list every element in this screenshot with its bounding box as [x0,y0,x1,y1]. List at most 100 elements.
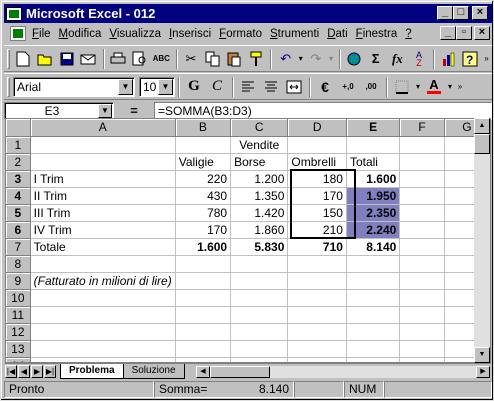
cell-f9[interactable] [399,272,445,290]
align-center-icon[interactable] [260,76,282,98]
horizontal-scrollbar[interactable]: ◀ ▶ [195,365,491,379]
cell-f5[interactable] [399,204,445,222]
cell-c5[interactable]: 1.420 [230,204,289,222]
cell-b7[interactable]: 1.600 [175,238,232,256]
hyperlink-icon[interactable] [344,48,365,70]
cell-c8[interactable] [230,255,289,273]
doc-minimize-button[interactable]: _ [440,26,456,40]
print-icon[interactable] [108,48,129,70]
cell-f2[interactable] [399,153,445,171]
cell-b10[interactable] [175,289,232,307]
scroll-left-icon[interactable]: ◀ [196,366,210,378]
cut-icon[interactable]: ✂ [181,48,202,70]
row-header-13[interactable]: 13 [6,340,31,358]
cell-f12[interactable] [399,323,445,341]
cell-f13[interactable] [399,340,445,358]
cell-c3[interactable]: 1.200 [230,170,289,188]
cell-f1[interactable] [399,136,445,154]
prev-sheet-icon[interactable]: ◀ [18,365,30,378]
cell-d1[interactable] [287,136,347,154]
open-icon[interactable] [35,48,56,70]
cell-d6[interactable]: 210 [287,221,347,239]
row-header-6[interactable]: 6 [6,221,31,239]
cell-a4[interactable]: II Trim [30,187,176,205]
paste-icon[interactable] [224,48,245,70]
last-sheet-icon[interactable]: ▶| [44,365,56,378]
cell-c13[interactable] [230,340,289,358]
row-header-1[interactable]: 1 [6,136,31,154]
doc-restore-button[interactable]: ▫ [456,26,472,40]
cell-f10[interactable] [399,289,445,307]
next-sheet-icon[interactable]: ▶ [31,365,43,378]
cell-a11[interactable] [30,306,176,324]
menu-dati[interactable]: Dati [327,28,347,40]
menu-finestra[interactable]: Finestra [356,28,398,40]
workbook-icon[interactable] [10,26,26,41]
cell-c4[interactable]: 1.350 [230,187,289,205]
sheet-tab-soluzione[interactable]: Soluzione [122,364,185,379]
office-assistant-icon[interactable]: ? [460,48,481,70]
menu-visualizza[interactable]: Visualizza [109,28,161,40]
chevron-down-icon[interactable]: ▼ [98,103,112,118]
column-header-f[interactable]: F [399,119,445,137]
menu-help[interactable]: ? [405,28,411,40]
cell-e2[interactable]: Totali [346,153,401,171]
cell-c9[interactable] [230,272,289,290]
menu-file[interactable]: File [32,28,51,40]
cell-a10[interactable] [30,289,176,307]
font-color-icon[interactable]: A [423,76,445,98]
cell-d4[interactable]: 170 [287,187,347,205]
currency-button[interactable]: € [314,76,336,98]
cell-d12[interactable] [287,323,347,341]
cell-b2[interactable]: Valigie [175,153,232,171]
cell-e10[interactable] [346,289,401,307]
more-buttons-icon[interactable]: » [455,76,465,98]
toolbar-grip[interactable] [7,76,10,97]
cell-a6[interactable]: IV Trim [30,221,176,239]
horizontal-scroll-thumb[interactable] [210,366,270,378]
cell-b5[interactable]: 780 [175,204,232,222]
menu-inserisci[interactable]: Inserisci [169,28,211,40]
row-header-9[interactable]: 9 [6,272,31,290]
column-header-c[interactable]: C [230,119,289,137]
vertical-scroll-thumb[interactable] [474,134,490,154]
redo-dropdown-icon[interactable]: ▾ [327,48,335,70]
cell-d3[interactable]: 180 [287,170,347,188]
align-left-icon[interactable] [237,76,259,98]
scroll-down-icon[interactable]: ▼ [474,347,490,363]
cell-e4[interactable]: 1.950 [346,187,401,205]
borders-icon[interactable] [391,76,413,98]
row-header-12[interactable]: 12 [6,323,31,341]
cell-f3[interactable] [399,170,445,188]
column-header-d[interactable]: D [287,119,347,137]
row-header-10[interactable]: 10 [6,289,31,307]
cell-a9[interactable]: (Fatturato in milioni di lire) [30,272,176,290]
sort-ascending-icon[interactable]: AZ [409,48,430,70]
cell-e12[interactable] [346,323,401,341]
cell-f8[interactable] [399,255,445,273]
function-icon[interactable]: fx [387,48,408,70]
name-box[interactable]: E3 ▼ [4,101,114,120]
vertical-scrollbar[interactable]: ▲ ▼ [474,118,490,363]
cell-b6[interactable]: 170 [175,221,232,239]
save-icon[interactable] [56,48,77,70]
cell-a12[interactable] [30,323,176,341]
mail-icon[interactable] [78,48,99,70]
cell-f11[interactable] [399,306,445,324]
menu-modifica[interactable]: Modifica [59,28,102,40]
cell-d13[interactable] [287,340,347,358]
bold-button[interactable]: G [183,76,205,98]
cell-a3[interactable]: I Trim [30,170,176,188]
cell-b9[interactable] [175,272,232,290]
column-header-e[interactable]: E [346,119,401,137]
cell-e6[interactable]: 2.240 [346,221,401,239]
cell-f6[interactable] [399,221,445,239]
italic-button[interactable]: C [206,76,228,98]
first-sheet-icon[interactable]: |◀ [5,365,17,378]
formula-input[interactable]: =SOMMA(B3:D3) [154,101,492,120]
select-all-button[interactable] [6,119,31,137]
column-header-b[interactable]: B [175,119,232,137]
cell-c12[interactable] [230,323,289,341]
cell-b12[interactable] [175,323,232,341]
undo-icon[interactable]: ↶ [275,48,296,70]
